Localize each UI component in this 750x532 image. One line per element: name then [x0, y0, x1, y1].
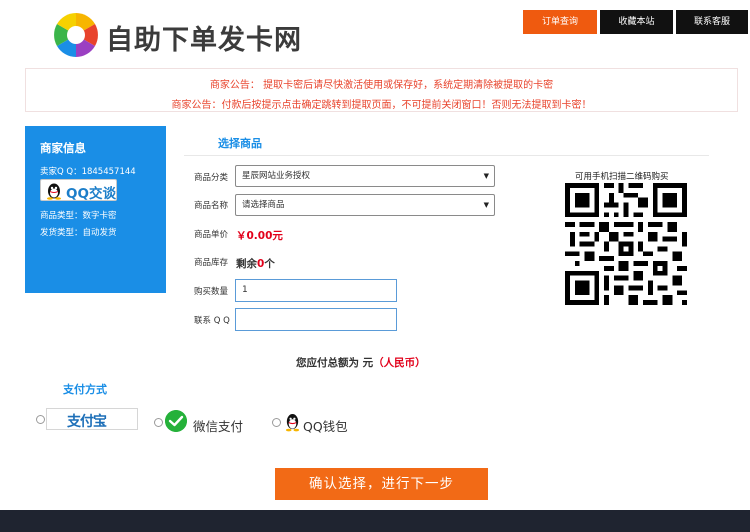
nav-contact-service[interactable]: 联系客服: [676, 10, 748, 34]
alipay-label: 支付宝: [67, 414, 107, 430]
payment-title: 支付方式: [63, 383, 107, 396]
merchant-title: 商家信息: [40, 141, 86, 155]
site-logo-icon: [54, 13, 98, 57]
qq-chat-label: QQ交谈: [66, 186, 116, 202]
notice-box: 商家公告： 提取卡密后请尽快激活使用或保存好，系统定期清除被提取的卡密 商家公告…: [25, 68, 738, 112]
alipay-option[interactable]: 支付宝: [46, 408, 138, 430]
quantity-input[interactable]: 1: [235, 279, 397, 302]
stock-label: 商品库存: [194, 258, 229, 268]
alipay-radio[interactable]: [36, 415, 45, 424]
category-select-value: 星辰网站业务授权: [242, 171, 311, 181]
page: 自助下单发卡网 订单查询 收藏本站 联系客服 商家公告： 提取卡密后请尽快激活使…: [0, 0, 750, 532]
choose-goods-title: 选择商品: [218, 137, 262, 150]
wechat-radio[interactable]: [154, 418, 163, 427]
contact-qq-input[interactable]: [235, 308, 397, 331]
nav-order-query[interactable]: 订单查询: [523, 10, 597, 34]
qq-wallet-icon: [285, 414, 300, 432]
goods-name-select[interactable]: 请选择商品 ▼: [235, 194, 495, 216]
total-prefix: 您应付总额为 元: [296, 357, 374, 369]
site-title: 自助下单发卡网: [106, 25, 302, 56]
contact-qq-label: 联系 Q Q: [194, 316, 230, 326]
chevron-down-icon: ▼: [483, 172, 489, 180]
goods-name-select-value: 请选择商品: [242, 200, 285, 210]
total-amount: 您应付总额为 元（人民币）: [296, 355, 426, 370]
quantity-label: 购买数量: [194, 287, 229, 297]
qq-wallet-label: QQ钱包: [303, 419, 348, 434]
stock-value: 剩余0个: [236, 256, 275, 271]
notice-line-2: 商家公告：付款后按提示点击确定跳转到提取页面，不可提前关闭窗口！否则无法提取到卡…: [171, 100, 592, 111]
notice-line-1: 商家公告： 提取卡密后请尽快激活使用或保存好，系统定期清除被提取的卡密: [209, 80, 554, 91]
nav-bookmark[interactable]: 收藏本站: [600, 10, 673, 34]
qr-code-icon: [565, 183, 687, 305]
wechat-pay-icon: [165, 410, 187, 432]
confirm-next-button[interactable]: 确认选择，进行下一步: [275, 468, 488, 500]
merchant-panel: 商家信息 卖家Q Q：1845457144 QQ交谈 商品类型：数字卡密 发货类…: [25, 126, 166, 293]
qq-chat-button[interactable]: QQ交谈: [40, 179, 117, 202]
merchant-goods-type: 商品类型：数字卡密: [40, 211, 117, 221]
qq-penguin-icon: [47, 183, 61, 200]
chevron-down-icon: ▼: [483, 201, 489, 209]
stock-prefix: 剩余: [236, 258, 257, 270]
top-nav: 订单查询 收藏本站 联系客服: [523, 10, 748, 34]
stock-suffix: 个: [264, 258, 275, 270]
wechat-pay-label: 微信支付: [193, 419, 244, 434]
goods-name-label: 商品名称: [194, 201, 229, 211]
qq-wallet-radio[interactable]: [272, 418, 281, 427]
merchant-qq: 卖家Q Q：1845457144: [40, 167, 136, 177]
total-currency: （人民币）: [373, 357, 426, 369]
category-label: 商品分类: [194, 173, 229, 183]
footer-bar: [0, 510, 750, 532]
price-value: ￥0.00元: [236, 230, 283, 242]
price-label: 商品单价: [194, 230, 229, 240]
divider: [184, 155, 709, 156]
category-select[interactable]: 星辰网站业务授权 ▼: [235, 165, 495, 187]
qr-title: 可用手机扫描二维码购买: [575, 172, 669, 182]
merchant-ship-type: 发货类型：自动发货: [40, 228, 117, 238]
